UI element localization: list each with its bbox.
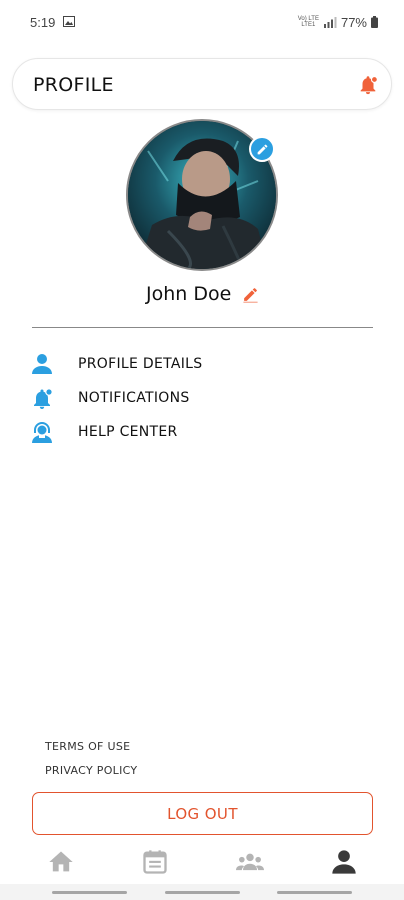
- user-name: John Doe: [146, 283, 232, 305]
- gesture-bar: [0, 884, 404, 900]
- profile-header: PROFILE: [12, 58, 392, 110]
- battery-percent: 77%: [340, 14, 367, 30]
- profile-nav-icon[interactable]: [330, 848, 358, 876]
- groups-icon[interactable]: [236, 848, 264, 876]
- status-time: 5:19: [30, 15, 56, 30]
- gesture-indicator: [52, 891, 127, 894]
- network-label: Vo) LTE LTE1: [298, 16, 319, 28]
- bell-icon: [34, 388, 53, 409]
- divider: [32, 327, 373, 328]
- page-title: PROFILE: [33, 74, 114, 96]
- pencil-icon: [257, 144, 267, 154]
- signal-icon: [323, 17, 337, 28]
- menu-item-help-center[interactable]: HELP CENTER: [30, 420, 350, 446]
- support-agent-icon: [32, 422, 52, 443]
- gesture-indicator: [277, 891, 352, 894]
- avatar-container: [126, 119, 278, 271]
- network-label-bottom: LTE1: [301, 22, 316, 28]
- edit-name-icon[interactable]: [242, 286, 259, 303]
- terms-of-use-link[interactable]: TERMS OF USE: [45, 740, 130, 753]
- status-bar: 5:19 Vo) LTE LTE1 77%: [0, 0, 404, 46]
- menu-item-label: HELP CENTER: [78, 424, 178, 440]
- home-icon[interactable]: [47, 848, 75, 876]
- bottom-nav: [0, 842, 404, 882]
- menu-item-label: NOTIFICATIONS: [78, 390, 190, 406]
- status-indicators: Vo) LTE LTE1 77%: [298, 13, 378, 31]
- gesture-indicator: [165, 891, 240, 894]
- calendar-icon[interactable]: [141, 848, 169, 876]
- edit-avatar-button[interactable]: [249, 136, 275, 162]
- menu-item-profile-details[interactable]: PROFILE DETAILS: [30, 352, 350, 378]
- menu-item-label: PROFILE DETAILS: [78, 356, 203, 372]
- menu-item-notifications[interactable]: NOTIFICATIONS: [30, 386, 350, 412]
- battery-icon: [371, 16, 378, 28]
- gallery-icon: [63, 16, 75, 27]
- logout-button[interactable]: LOG OUT: [32, 792, 373, 835]
- privacy-policy-link[interactable]: PRIVACY POLICY: [45, 764, 137, 777]
- notification-bell-icon[interactable]: [357, 74, 379, 96]
- person-icon: [32, 354, 52, 374]
